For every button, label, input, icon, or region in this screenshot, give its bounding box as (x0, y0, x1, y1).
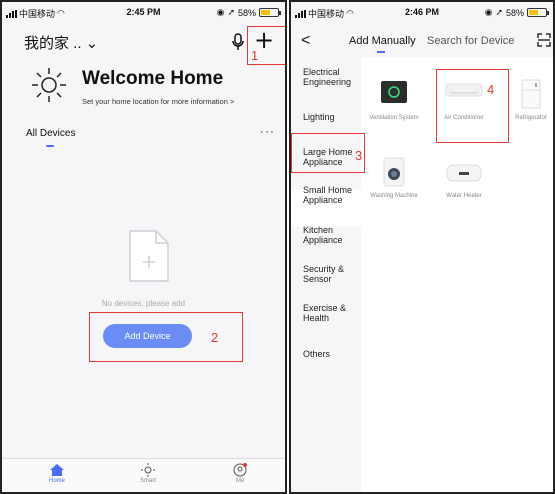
ventilation-icon (381, 81, 407, 103)
alarm-icon: ◉ (216, 7, 225, 17)
annotation-label-4: 4 (487, 82, 495, 97)
device-water-heater[interactable]: Water Heater (434, 157, 494, 200)
category-security-sensor[interactable]: Security & Sensor (303, 264, 361, 284)
annotation-label-1: 1 (251, 48, 259, 63)
empty-state-text: No devices, please add (101, 299, 186, 308)
home-screen: 中国移动 ◠ 2:45 PM ◉ ➚ 58% 我的家 .. ⌄ + 1 Welc… (0, 0, 287, 494)
device-label: Ventilation System (369, 115, 419, 121)
battery-percent: 58% (237, 7, 256, 18)
back-button[interactable]: < (301, 32, 310, 50)
tab-all-devices[interactable]: All Devices (26, 128, 75, 139)
category-electrical-engineering[interactable]: Electrical Engineering (303, 67, 361, 87)
tab-add-manually[interactable]: Add Manually (349, 35, 416, 47)
category-others[interactable]: Others (303, 349, 361, 359)
category-small-home-appliance[interactable]: Small Home Appliance (303, 185, 361, 205)
category-lighting[interactable]: Lighting (303, 112, 361, 122)
water-heater-icon (446, 164, 482, 182)
device-ventilation-system[interactable]: Ventilation System (364, 79, 424, 122)
annotation-box-2 (89, 312, 243, 362)
tab-me[interactable]: Me (210, 463, 270, 484)
tab-home-label: Home (48, 478, 65, 484)
battery-icon (527, 8, 549, 17)
microphone-icon[interactable] (230, 32, 246, 52)
device-refrigerator[interactable]: Refrigerator (501, 79, 553, 122)
annotation-label-2: 2 (211, 330, 219, 345)
battery-icon (259, 8, 281, 17)
status-bar: 中国移动 ◠ 2:46 PM ◉ ➚ 58% (291, 2, 553, 22)
bottom-tab-bar: Home Smart Me (2, 458, 285, 492)
home-icon (50, 464, 64, 476)
device-label: Water Heater (446, 193, 482, 199)
annotation-label-3: 3 (355, 148, 363, 163)
category-sidebar: Electrical Engineering Lighting Large Ho… (291, 57, 361, 492)
home-selector[interactable]: 我的家 .. ⌄ (24, 32, 98, 53)
profile-icon (233, 463, 247, 477)
tab-indicator (377, 51, 385, 53)
alarm-icon: ◉ (484, 7, 493, 17)
set-location-link[interactable]: Set your home location for more informat… (82, 97, 234, 106)
refrigerator-icon (521, 79, 541, 109)
battery-percent: 58% (505, 7, 524, 18)
tab-me-label: Me (235, 478, 245, 484)
tab-smart-label: Smart (139, 478, 156, 484)
tab-home[interactable]: Home (27, 463, 87, 484)
add-device-screen: 中国移动 ◠ 2:46 PM ◉ ➚ 58% < Add Manually Se… (289, 0, 555, 494)
device-label: Refrigerator (515, 115, 547, 121)
annotation-box-4 (436, 69, 509, 143)
empty-document-icon (129, 230, 169, 282)
location-icon: ➚ (227, 7, 235, 17)
location-icon: ➚ (495, 7, 503, 17)
washing-machine-icon (383, 157, 405, 187)
tab-search-for-device[interactable]: Search for Device (427, 35, 514, 47)
welcome-title: Welcome Home (82, 68, 224, 89)
category-kitchen-appliance[interactable]: Kitchen Appliance (303, 225, 361, 245)
status-bar: 中国移动 ◠ 2:45 PM ◉ ➚ 58% (2, 2, 285, 22)
category-exercise-health[interactable]: Exercise & Health (303, 303, 361, 323)
tab-indicator (46, 145, 54, 147)
sun-icon (32, 68, 66, 102)
more-options-button[interactable]: ··· (260, 124, 275, 138)
annotation-box-3 (291, 133, 365, 173)
scan-icon[interactable] (537, 33, 551, 47)
device-washing-machine[interactable]: Washing Machine (364, 157, 424, 200)
smart-sun-icon (141, 463, 155, 477)
device-label: Washing Machine (370, 193, 418, 199)
tab-smart[interactable]: Smart (118, 463, 178, 484)
